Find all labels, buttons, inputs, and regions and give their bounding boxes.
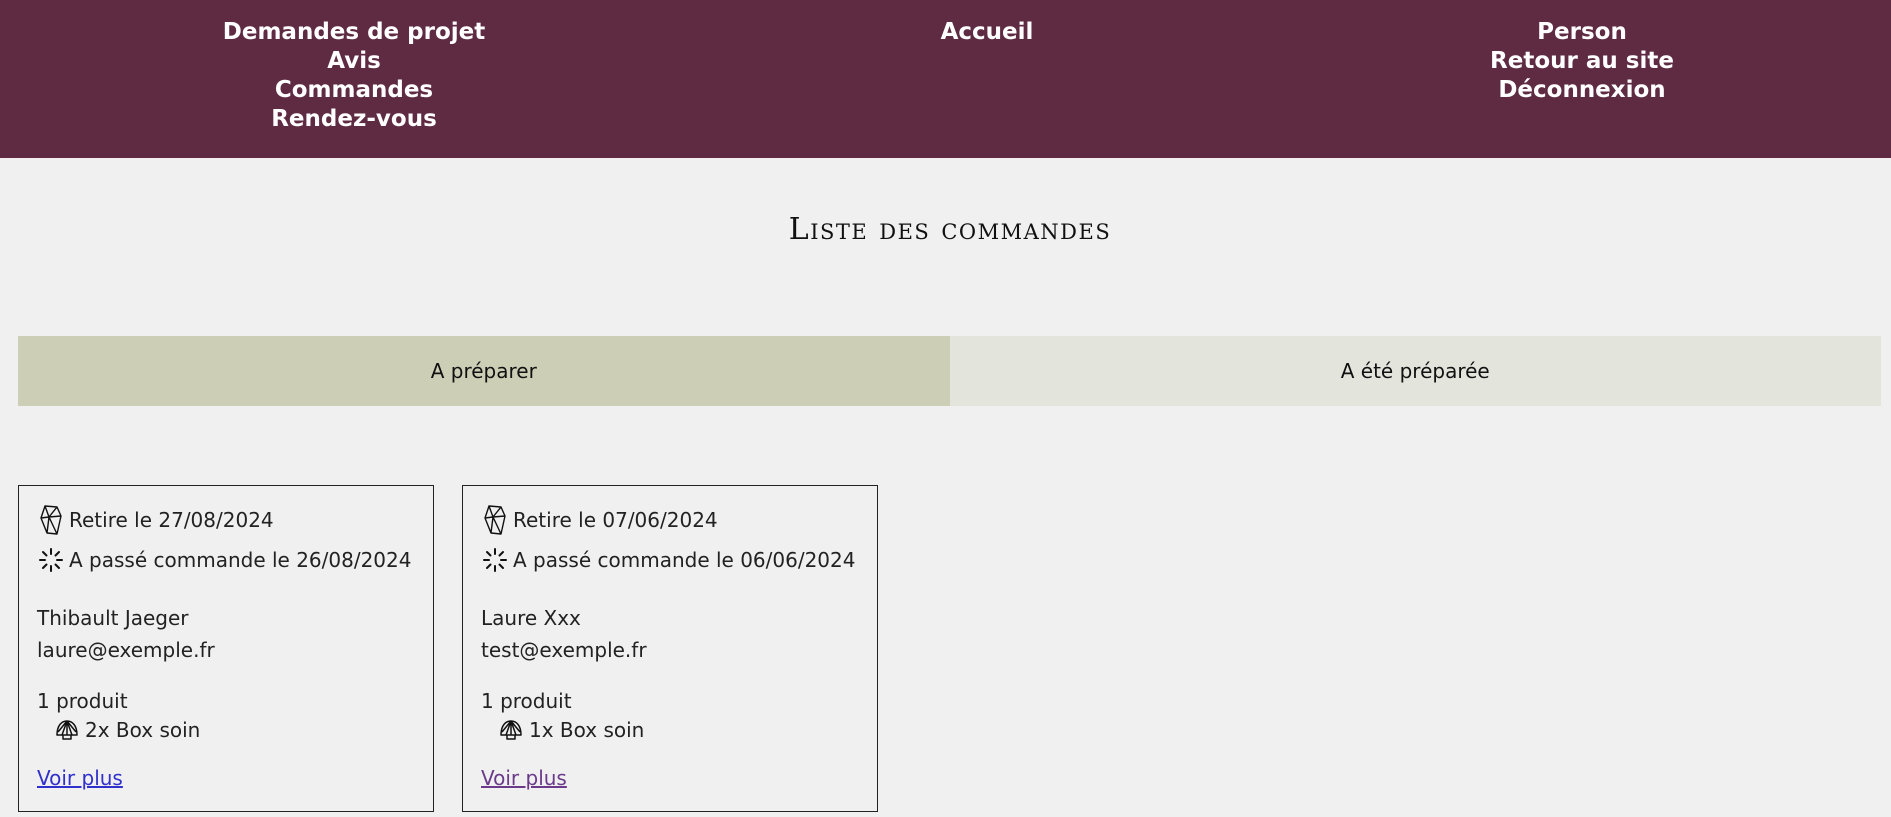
- order-card: Retire le 27/08/2024 A passé commande le…: [18, 485, 434, 812]
- pickup-date: Retire le 07/06/2024: [513, 508, 718, 532]
- nav-home: Accueil: [787, 18, 1187, 47]
- shell-icon: [497, 716, 525, 744]
- customer-email: laure@exemple.fr: [37, 638, 215, 662]
- crystal-icon: [37, 505, 65, 535]
- customer-email: test@exemple.fr: [481, 638, 647, 662]
- shell-icon: [53, 716, 81, 744]
- order-date: A passé commande le 26/08/2024: [69, 548, 412, 572]
- pickup-date-row: Retire le 27/08/2024: [37, 505, 274, 535]
- nav-link-logout[interactable]: Déconnexion: [1498, 76, 1665, 105]
- nav-link-appointments[interactable]: Rendez-vous: [271, 105, 437, 134]
- view-more-link[interactable]: Voir plus: [37, 766, 123, 790]
- order-item-label: 1x Box soin: [529, 718, 645, 742]
- order-item: 1x Box soin: [497, 716, 644, 744]
- order-date-row: A passé commande le 06/06/2024: [481, 546, 855, 574]
- loader-icon: [37, 546, 65, 574]
- nav-link-orders[interactable]: Commandes: [275, 76, 433, 105]
- nav-link-project-requests[interactable]: Demandes de projet: [223, 18, 485, 47]
- product-count: 1 produit: [481, 689, 572, 713]
- nav-link-reviews[interactable]: Avis: [327, 47, 381, 76]
- order-item-label: 2x Box soin: [85, 718, 201, 742]
- nav-link-home[interactable]: Accueil: [941, 18, 1034, 47]
- order-item: 2x Box soin: [53, 716, 200, 744]
- customer-name: Thibault Jaeger: [37, 606, 189, 630]
- order-card: Retire le 07/06/2024 A passé commande le…: [462, 485, 878, 812]
- nav-account-links: Person Retour au site Déconnexion: [1382, 18, 1782, 105]
- nav-link-profile[interactable]: Person: [1537, 18, 1627, 47]
- customer-name: Laure Xxx: [481, 606, 581, 630]
- order-status-tabs: A préparer A été préparée: [18, 336, 1881, 406]
- nav-admin-links: Demandes de projet Avis Commandes Rendez…: [154, 18, 554, 134]
- top-navigation-bar: Demandes de projet Avis Commandes Rendez…: [0, 0, 1891, 158]
- crystal-icon: [481, 505, 509, 535]
- pickup-date: Retire le 27/08/2024: [69, 508, 274, 532]
- pickup-date-row: Retire le 07/06/2024: [481, 505, 718, 535]
- order-date-row: A passé commande le 26/08/2024: [37, 546, 411, 574]
- product-count: 1 produit: [37, 689, 128, 713]
- tab-prepared[interactable]: A été préparée: [949, 336, 1881, 406]
- nav-link-back-to-site[interactable]: Retour au site: [1490, 47, 1674, 76]
- loader-icon: [481, 546, 509, 574]
- tab-to-prepare[interactable]: A préparer: [18, 336, 950, 406]
- page-title: Liste des commandes: [788, 212, 1112, 247]
- view-more-link[interactable]: Voir plus: [481, 766, 567, 790]
- order-date: A passé commande le 06/06/2024: [513, 548, 856, 572]
